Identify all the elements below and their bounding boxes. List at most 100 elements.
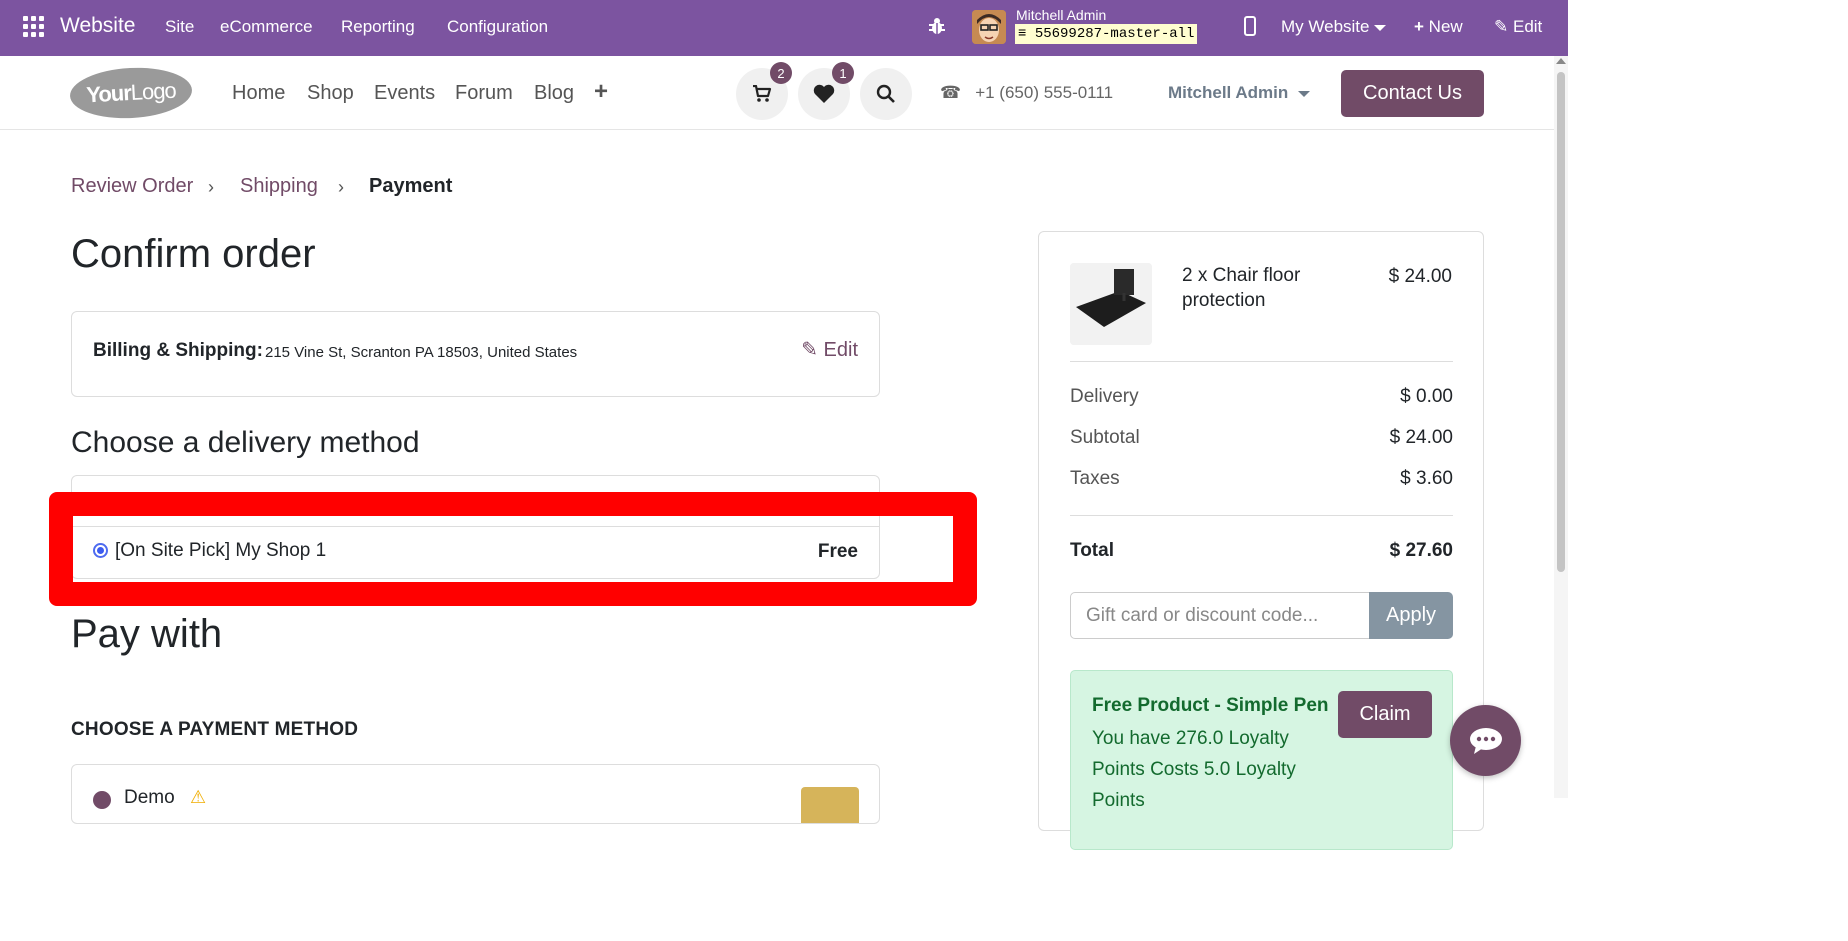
breadcrumb-chevron-icon: ›	[338, 177, 344, 197]
user-name[interactable]: Mitchell Admin	[1016, 7, 1106, 23]
site-logo[interactable]: Your Logo	[68, 64, 194, 122]
website-switcher-label: My Website	[1281, 17, 1370, 36]
pencil-icon: ✎	[1494, 17, 1509, 36]
logo-text-bold: Your	[85, 80, 132, 108]
menu-site[interactable]: Site	[165, 17, 194, 37]
wishlist-count-badge: 1	[832, 62, 854, 84]
payment-methods-list: Demo ⚠	[71, 764, 880, 824]
breadcrumb-chevron-icon: ›	[208, 177, 214, 197]
heart-icon	[813, 84, 835, 103]
delivery-row-label: Delivery	[1070, 386, 1139, 407]
coupon-code-input[interactable]: Gift card or discount code...	[1070, 592, 1370, 639]
billing-shipping-card: Billing & Shipping: 215 Vine St, Scranto…	[71, 311, 880, 397]
divider	[1070, 361, 1453, 362]
plus-icon: +	[1414, 17, 1424, 36]
account-dropdown[interactable]: Mitchell Admin	[1168, 83, 1311, 103]
debug-bug-icon[interactable]	[928, 17, 946, 37]
product-name[interactable]: 2 x Chair floor protection	[1182, 263, 1342, 313]
apps-menu-icon[interactable]	[23, 16, 44, 37]
pencil-icon: ✎	[801, 339, 818, 361]
warning-icon: ⚠	[190, 787, 207, 807]
logo-text-light: Logo	[130, 77, 177, 105]
nav-shop[interactable]: Shop	[307, 82, 354, 105]
order-summary-panel: 2 x Chair floor protection $ 24.00 Deliv…	[1038, 231, 1484, 850]
nav-blog[interactable]: Blog	[534, 82, 574, 105]
menu-configuration[interactable]: Configuration	[447, 17, 548, 37]
delivery-method-name: [On Site Pick] My Shop 1	[115, 540, 327, 561]
contact-us-button[interactable]: Contact Us	[1341, 70, 1484, 117]
delivery-section-title: Choose a delivery method	[71, 426, 420, 459]
menu-reporting[interactable]: Reporting	[341, 17, 415, 37]
payment-method-subtitle: CHOOSE A PAYMENT METHOD	[71, 719, 359, 740]
billing-label: Billing & Shipping:	[93, 340, 263, 361]
menu-ecommerce[interactable]: eCommerce	[220, 17, 313, 37]
billing-edit-label: Edit	[823, 339, 858, 361]
delivery-radio[interactable]	[93, 543, 108, 558]
claim-reward-button[interactable]: Claim	[1338, 691, 1432, 738]
payment-option-name: Demo	[124, 787, 175, 808]
taxes-row: Taxes $ 3.60	[1070, 468, 1453, 490]
edit-button-label: Edit	[1512, 17, 1543, 36]
scrollbar-thumb[interactable]	[1557, 72, 1565, 572]
subtotal-row: Subtotal $ 24.00	[1070, 427, 1453, 449]
phone-icon: ☎	[940, 83, 962, 102]
divider	[1070, 515, 1453, 516]
scroll-up-arrow-icon[interactable]	[1556, 58, 1566, 64]
livechat-button[interactable]	[1450, 705, 1521, 776]
website-switcher[interactable]: My Website	[1281, 17, 1386, 37]
apply-coupon-button[interactable]: Apply	[1369, 592, 1453, 639]
phone-number: +1 (650) 555-0111	[975, 83, 1114, 102]
app-brand[interactable]: Website	[60, 14, 135, 38]
payment-radio[interactable]	[93, 791, 111, 809]
account-name: Mitchell Admin	[1168, 83, 1289, 102]
total-row: Total $ 27.60	[1070, 540, 1453, 562]
total-row-value: $ 27.60	[1389, 540, 1453, 561]
nav-forum[interactable]: Forum	[455, 82, 513, 105]
payment-card-icon	[801, 787, 859, 823]
product-price: $ 24.00	[1388, 266, 1452, 287]
cart-button[interactable]: 2	[736, 62, 792, 120]
reward-description: You have 276.0 Loyalty Points Costs 5.0 …	[1092, 728, 1296, 811]
search-button[interactable]	[860, 68, 912, 120]
delivery-option[interactable]: [On Site Pick] My Shop 1 Free	[72, 527, 879, 578]
reward-title: Free Product - Simple Pen	[1092, 695, 1329, 716]
edit-button[interactable]: ✎ Edit	[1494, 17, 1542, 37]
wishlist-button[interactable]: 1	[798, 62, 854, 120]
breadcrumb-payment: Payment	[369, 175, 453, 197]
subtotal-row-value: $ 24.00	[1389, 427, 1453, 448]
website-header: Your Logo Home Shop Events Forum Blog + 2…	[0, 56, 1554, 130]
search-icon	[876, 84, 895, 103]
product-thumbnail[interactable]	[1070, 263, 1152, 345]
user-avatar[interactable]	[972, 10, 1006, 44]
nav-home[interactable]: Home	[232, 82, 285, 105]
page-title: Confirm order	[71, 232, 316, 276]
breadcrumb-review-order[interactable]: Review Order	[71, 175, 193, 198]
database-icon: ≡	[1018, 26, 1027, 42]
delivery-row-value: $ 0.00	[1400, 386, 1453, 407]
mobile-preview-icon[interactable]	[1244, 16, 1256, 36]
pay-with-title: Pay with	[71, 612, 223, 656]
new-button-label: New	[1428, 17, 1463, 36]
new-button[interactable]: + New	[1414, 17, 1463, 37]
chat-bubble-icon	[1469, 727, 1502, 754]
delivery-method-price: Free	[817, 541, 858, 562]
header-phone[interactable]: ☎ +1 (650) 555-0111	[940, 83, 1113, 103]
database-badge: ≡ 55699287-master-all	[1015, 24, 1198, 44]
taxes-row-value: $ 3.60	[1400, 468, 1453, 489]
admin-navbar: Website Site eCommerce Reporting Configu…	[0, 0, 1568, 56]
billing-edit-link[interactable]: ✎ Edit	[801, 337, 858, 362]
delivery-row: Delivery $ 0.00	[1070, 386, 1453, 408]
caret-down-icon	[1373, 24, 1386, 31]
billing-address: 215 Vine St, Scranton PA 18503, United S…	[265, 344, 578, 361]
loyalty-reward-card: Free Product - Simple Pen You have 276.0…	[1070, 670, 1453, 850]
add-page-plus-icon[interactable]: +	[594, 78, 608, 106]
breadcrumb-shipping[interactable]: Shipping	[240, 175, 318, 198]
delivery-option-hidden[interactable]	[72, 476, 879, 527]
delivery-methods-list: [On Site Pick] My Shop 1 Free	[71, 475, 880, 579]
cart-icon	[753, 85, 772, 102]
nav-events[interactable]: Events	[374, 82, 435, 105]
subtotal-row-label: Subtotal	[1070, 427, 1140, 448]
cart-count-badge: 2	[770, 62, 792, 84]
total-row-label: Total	[1070, 540, 1114, 561]
caret-down-icon	[1298, 90, 1311, 97]
